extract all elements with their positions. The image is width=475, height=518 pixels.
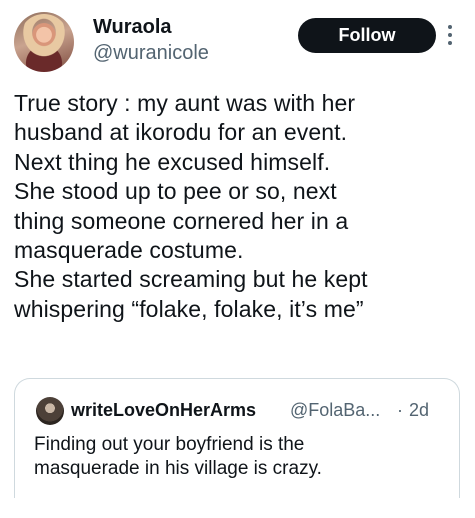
tweet-line: She started screaming but he kept	[14, 266, 368, 293]
author-avatar[interactable]	[14, 12, 74, 72]
tweet-line: True story : my aunt was with her	[14, 90, 356, 116]
tweet-line: whispering “folake, folake, it’s me”	[14, 295, 364, 322]
quoted-author-avatar[interactable]	[36, 397, 64, 425]
avatar-image	[20, 14, 68, 60]
more-options-icon[interactable]	[444, 25, 456, 47]
quoted-line: Finding out your boyfriend is the	[34, 434, 305, 455]
author-name[interactable]: Wuraola	[93, 15, 172, 39]
author-handle[interactable]: @wuranicole	[93, 41, 209, 65]
quoted-author-name[interactable]: writeLoveOnHerArms	[71, 399, 256, 421]
quoted-line: masquerade in his village is crazy.	[34, 458, 322, 479]
quoted-timestamp[interactable]: 2d	[409, 399, 429, 421]
tweet-line: thing someone cornered her in a	[14, 207, 349, 234]
tweet-header: Wuraola @wuranicole Follow	[14, 12, 461, 74]
quoted-author-handle[interactable]: @FolaBa...	[290, 399, 380, 421]
quoted-separator: ·	[397, 400, 403, 420]
tweet-text: True story : my aunt was with her husban…	[14, 89, 464, 324]
dot-icon	[448, 33, 452, 37]
tweet-line: husband at ikorodu for an event.	[14, 119, 348, 146]
tweet-line: masquerade costume.	[14, 237, 244, 264]
quoted-tweet-text: Finding out your boyfriend is the masque…	[34, 433, 444, 481]
follow-button[interactable]: Follow	[298, 18, 436, 53]
dot-icon	[448, 25, 452, 29]
quoted-tweet-card[interactable]: writeLoveOnHerArms @FolaBa... · 2d Findi…	[14, 378, 460, 498]
dot-icon	[448, 41, 452, 45]
tweet-line: She stood up to pee or so, next	[14, 178, 337, 205]
tweet-line: Next thing he excused himself.	[14, 148, 331, 175]
